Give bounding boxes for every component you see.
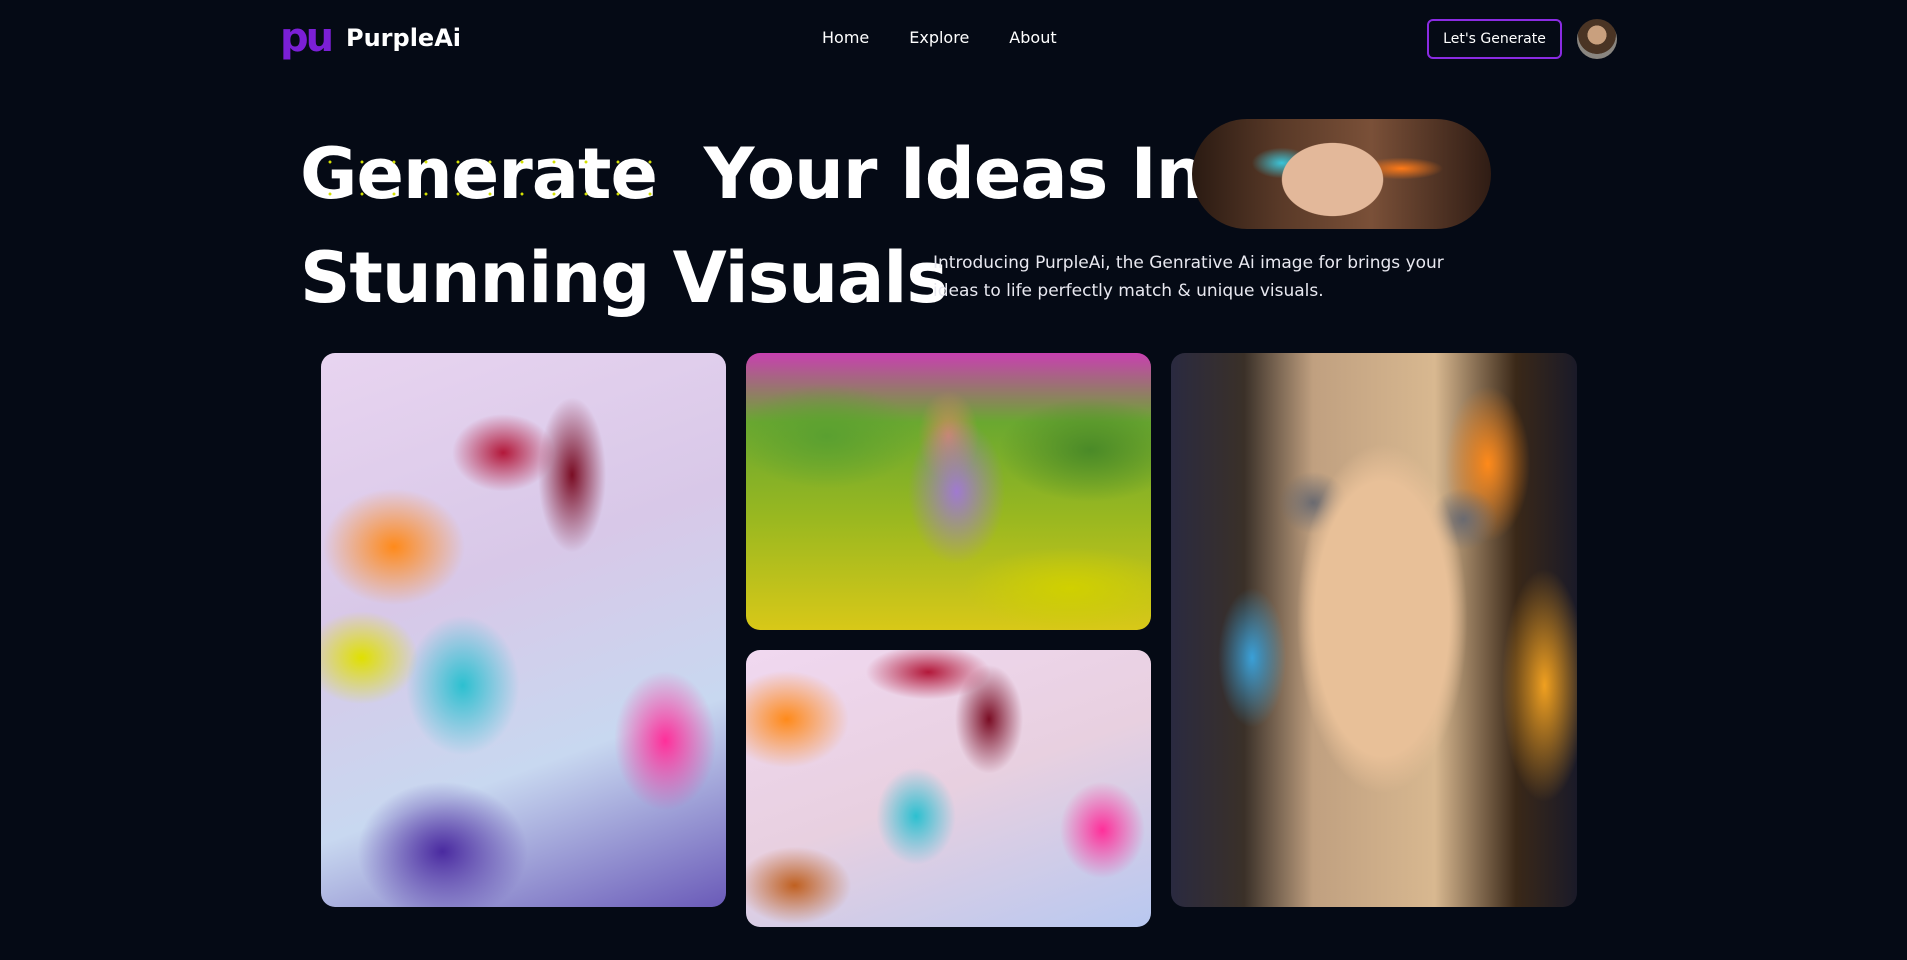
navbar: pu PurpleAi Home Explore About Let's Gen… bbox=[0, 0, 1890, 78]
hero-heading-line2: Stunning Visuals bbox=[300, 237, 948, 319]
gallery-image-portrait-woman[interactable] bbox=[1171, 353, 1577, 907]
gallery-image-fox-painting[interactable] bbox=[746, 353, 1151, 630]
logo[interactable]: pu PurpleAi bbox=[280, 15, 461, 61]
nav-link-explore[interactable]: Explore bbox=[909, 28, 969, 47]
hero-word-generate: Generate bbox=[300, 133, 658, 215]
nav-link-about[interactable]: About bbox=[1009, 28, 1056, 47]
hero-heading-line1: Generate Your Ideas Into bbox=[300, 128, 1285, 220]
gallery-image-abstract-paint-tall[interactable] bbox=[321, 353, 726, 907]
hero-intro-text: Introducing PurpleAi, the Genrative Ai i… bbox=[933, 253, 1444, 301]
avatar[interactable] bbox=[1577, 19, 1617, 59]
brand-name: PurpleAi bbox=[346, 24, 461, 52]
nav-link-home[interactable]: Home bbox=[822, 28, 869, 47]
hero-portrait-pill-image bbox=[1192, 119, 1491, 229]
hero-heading-highlight: Generate bbox=[300, 128, 663, 220]
nav-menu: Home Explore About bbox=[822, 28, 1057, 47]
gallery-image-abstract-paint[interactable] bbox=[746, 650, 1151, 927]
lets-generate-button[interactable]: Let's Generate bbox=[1427, 19, 1562, 59]
logo-mark: pu bbox=[280, 15, 334, 61]
